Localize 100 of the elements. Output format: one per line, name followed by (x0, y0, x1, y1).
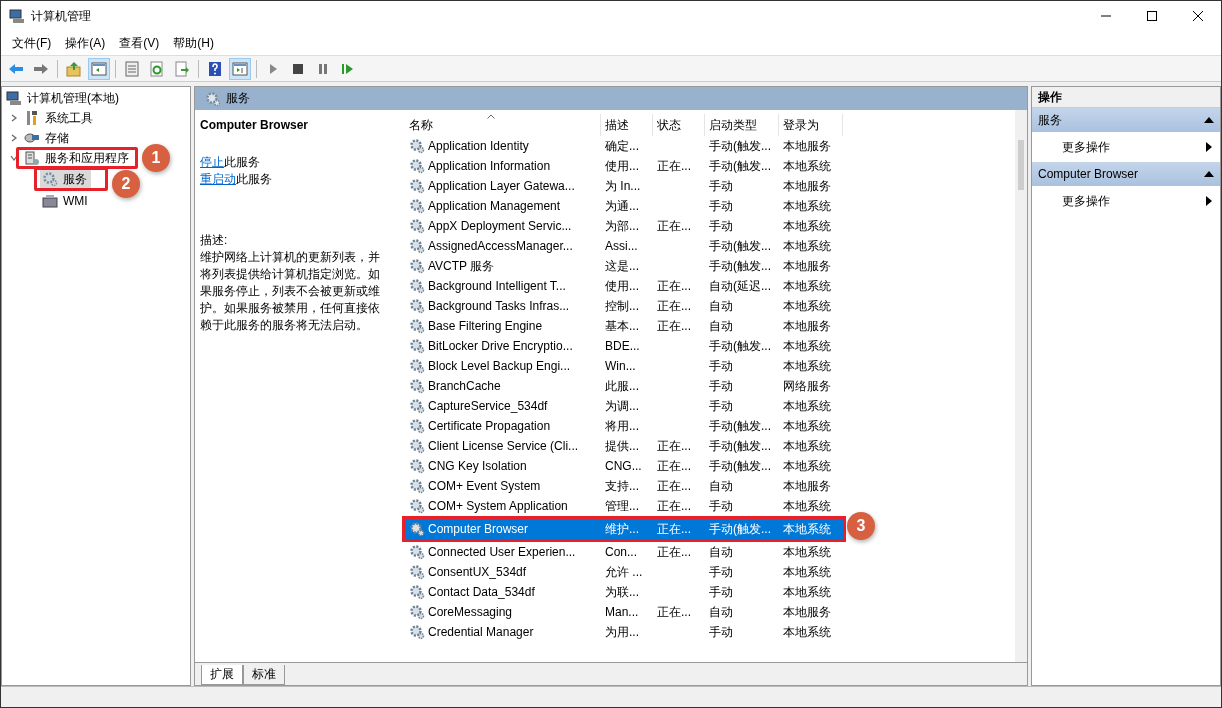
description-cell: 维护... (605, 520, 639, 538)
table-row[interactable]: Credential Manager 为用... 手动 本地系统 (405, 622, 843, 642)
column-header[interactable]: 名称 (405, 114, 601, 136)
scrollbar[interactable] (1015, 110, 1027, 662)
status-cell: 正在... (657, 437, 691, 455)
chevron-icon[interactable] (10, 114, 18, 122)
table-row[interactable]: COM+ Event System 支持... 正在... 自动 本地服务 (405, 476, 843, 496)
table-row[interactable]: Background Tasks Infras... 控制... 正在... 自动 本地系统 (405, 296, 843, 316)
table-row[interactable]: Application Information 使用... 正在... 手动(触发... 本地系统 (405, 156, 843, 176)
section-header[interactable]: 服务 (1032, 108, 1220, 132)
gear-icon (205, 90, 221, 107)
status-cell: 正在... (657, 157, 691, 175)
logon-cell: 本地系统 (783, 520, 831, 538)
description-cell: Man... (605, 605, 639, 619)
service-name-cell: CaptureService_534df (428, 399, 548, 413)
table-row[interactable]: CoreMessaging Man... 正在... 自动 本地服务 (405, 602, 843, 622)
table-row[interactable]: Application Management 为通... 手动 本地系统 (405, 196, 843, 216)
tree-item[interactable]: 计算机管理(本地) (27, 89, 119, 107)
gear-icon (409, 298, 425, 314)
services-apps-icon (24, 150, 40, 166)
menu-item[interactable]: 查看(V) (112, 34, 167, 52)
description-cell: 为通... (605, 197, 639, 215)
table-row[interactable]: Block Level Backup Engi... Win... 手动 本地系统 (405, 356, 843, 376)
description-text: 维护网络上计算机的更新列表，并将列表提供给计算机指定浏览。如果服务停止，列表不会被更新或维护。如果服务被禁用，任何直接依赖于此服务的服务将无法启动。 (200, 249, 381, 334)
description-label: 描述: (200, 232, 229, 249)
description-cell: 为用... (605, 623, 639, 641)
menu-item[interactable]: 帮助(H) (166, 34, 221, 52)
tree-item[interactable]: 存储 (45, 129, 69, 147)
table-row[interactable]: Client License Service (Cli... 提供... 正在... 手动(触发... 本地系统 (405, 436, 843, 456)
status-cell: 正在... (657, 477, 691, 495)
table-row[interactable]: AVCTP 服务 这是... 手动(触发... 本地服务 (405, 256, 843, 276)
service-name-cell: COM+ Event System (428, 479, 541, 493)
startup-type-cell: 手动 (709, 583, 733, 601)
table-row[interactable]: COM+ System Application 管理... 正在... 手动 本地系统 (405, 496, 843, 516)
service-name-cell: Application Layer Gatewa... (428, 179, 575, 193)
table-row[interactable]: Base Filtering Engine 基本... 正在... 自动 本地服务 (405, 316, 843, 336)
column-header[interactable]: 状态 (653, 114, 705, 136)
tree-item[interactable]: 系统工具 (45, 109, 93, 127)
startup-type-cell: 手动 (709, 177, 733, 195)
tools-icon (24, 110, 40, 126)
table-row[interactable]: AppX Deployment Servic... 为部... 正在... 手动 本地系统 (405, 216, 843, 236)
table-row[interactable]: Computer Browser 维护... 正在... 手动(触发... 本地系统 (405, 519, 843, 539)
description-cell: BDE... (605, 339, 640, 353)
pane-title: 服务 (226, 90, 250, 107)
collapse-icon[interactable] (1204, 171, 1214, 177)
description-cell: 为部... (605, 217, 639, 235)
gear-icon (409, 278, 425, 294)
logon-cell: 本地系统 (783, 437, 831, 455)
action-item[interactable]: 更多操作 (1032, 186, 1220, 216)
view-tab[interactable]: 扩展 (201, 665, 243, 685)
table-row[interactable]: Application Identity 确定... 手动(触发... 本地服务 (405, 136, 843, 156)
description-cell: 为调... (605, 397, 639, 415)
gear-icon (409, 398, 425, 414)
startup-type-cell: 自动 (709, 297, 733, 315)
table-row[interactable]: ConsentUX_534df 允许 ... 手动 本地系统 (405, 562, 843, 582)
gear-icon (409, 138, 425, 154)
chevron-icon[interactable] (10, 134, 18, 142)
table-row[interactable]: CNG Key Isolation CNG... 正在... 手动(触发... 本地系统 (405, 456, 843, 476)
tree-pane-icon[interactable] (88, 57, 110, 80)
collapse-icon[interactable] (1204, 117, 1214, 123)
action-pane-icon[interactable] (229, 57, 251, 80)
description-cell: Win... (605, 359, 636, 373)
service-action-link[interactable]: 停止 (200, 155, 224, 169)
gear-icon (409, 584, 425, 600)
menu-item[interactable]: 操作(A) (58, 34, 113, 52)
chevron-icon[interactable] (10, 154, 18, 162)
gear-icon (409, 238, 425, 254)
tree-item[interactable]: 服务和应用程序 (45, 149, 129, 167)
startup-type-cell: 自动 (709, 317, 733, 335)
table-row[interactable]: Application Layer Gatewa... 为 In... 手动 本地服务 (405, 176, 843, 196)
logon-cell: 本地系统 (783, 157, 831, 175)
description-cell: 使用... (605, 277, 639, 295)
tree-item[interactable]: WMI (40, 192, 92, 210)
table-row[interactable]: BranchCache 此服... 手动 网络服务 (405, 376, 843, 396)
service-action-link[interactable]: 重启动 (200, 172, 236, 186)
service-name: Computer Browser (200, 118, 310, 132)
section-header[interactable]: Computer Browser (1032, 162, 1220, 186)
menu-item[interactable]: 文件(F) (5, 34, 59, 52)
table-row[interactable]: BitLocker Drive Encryptio... BDE... 手动(触发... 本地系统 (405, 336, 843, 356)
gear-icon (409, 358, 425, 374)
logon-cell: 本地系统 (783, 357, 831, 375)
startup-type-cell: 手动 (709, 623, 733, 641)
logon-cell: 本地服务 (783, 257, 831, 275)
table-row[interactable]: Certificate Propagation 将用... 手动(触发... 本地系统 (405, 416, 843, 436)
table-row[interactable]: Background Intelligent T... 使用... 正在... 自动(延迟... 本地系统 (405, 276, 843, 296)
logon-cell: 本地系统 (783, 417, 831, 435)
table-row[interactable]: Connected User Experien... Con... 正在... 自动 本地系统 (405, 542, 843, 562)
status-cell: 正在... (657, 457, 691, 475)
column-header[interactable]: 描述 (601, 114, 653, 136)
description-cell: 为联... (605, 583, 639, 601)
status-cell: 正在... (657, 277, 691, 295)
table-row[interactable]: AssignedAccessManager... Assi... 手动(触发... 本地系统 (405, 236, 843, 256)
column-header[interactable]: 登录为 (779, 114, 843, 136)
startup-type-cell: 手动 (709, 563, 733, 581)
table-row[interactable]: CaptureService_534df 为调... 手动 本地系统 (405, 396, 843, 416)
column-header[interactable]: 启动类型 (705, 114, 779, 136)
description-cell: 基本... (605, 317, 639, 335)
view-tab[interactable]: 标准 (243, 665, 285, 685)
table-row[interactable]: Contact Data_534df 为联... 手动 本地系统 (405, 582, 843, 602)
action-item[interactable]: 更多操作 (1032, 132, 1220, 162)
